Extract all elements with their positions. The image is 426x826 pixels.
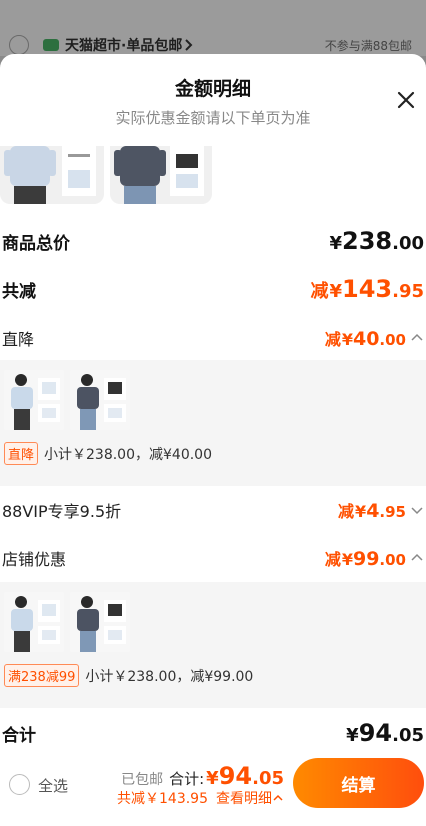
discount-subtotal-line: 满238减99 小计￥238.00，减¥99.00: [4, 664, 253, 687]
total-reduce-row: 共减 减 ¥143.95: [0, 274, 426, 304]
product-total-amount: ¥238.00: [329, 227, 424, 255]
product-list: [4, 370, 130, 430]
discount-tag: 满238减99: [4, 664, 80, 687]
select-all-radio[interactable]: [9, 774, 30, 795]
chevron-up-icon[interactable]: [410, 551, 424, 565]
gray-shirt-image: [77, 374, 126, 430]
select-all-label[interactable]: 全选: [38, 775, 68, 796]
tmall-store-icon: [43, 39, 59, 51]
free-shipping-text: 已包邮: [121, 772, 164, 788]
bottom-total-line: 已包邮 合计: ¥94.05: [121, 762, 284, 790]
store-select-radio[interactable]: [9, 35, 29, 55]
white-shirt-image: [11, 596, 60, 652]
white-shirt-image: [11, 374, 60, 430]
discount-label: 店铺优惠: [2, 550, 67, 569]
product-thumbnails-top: [0, 146, 212, 204]
discount-amount: 减 ¥40.00: [325, 326, 424, 350]
product-total-row: 商品总价 ¥238.00: [0, 226, 426, 256]
gray-shirt-model-image: [114, 146, 166, 204]
store-name[interactable]: 天猫超市·单品包邮: [65, 35, 182, 55]
checkout-bar: 全选 已包邮 合计: ¥94.05 共减￥143.95 查看明细 结算: [0, 746, 426, 826]
bottom-total-label: 合计:: [169, 770, 205, 788]
discount-detail-direct: 直降 小计￥238.00，减¥40.00: [0, 360, 426, 486]
product-total-label: 商品总价: [2, 233, 70, 254]
chevron-right-icon: [185, 39, 193, 51]
discount-label: 88VIP专享9.5折: [2, 502, 122, 521]
discount-row-direct[interactable]: 直降 减 ¥40.00: [0, 324, 426, 352]
gray-shirt-detail-image: [170, 146, 204, 196]
product-image-gray-shirt[interactable]: [70, 592, 130, 652]
discount-amount: 减 ¥99.00: [325, 546, 424, 570]
close-icon[interactable]: [394, 88, 418, 112]
product-image-white-shirt[interactable]: [4, 592, 64, 652]
bottom-total-amount: ¥94.05: [206, 762, 284, 790]
grand-total-row: 合计 ¥94.05: [0, 718, 426, 748]
discount-detail-store: 满238减99 小计￥238.00，减¥99.00: [0, 582, 426, 708]
product-list: [4, 592, 130, 652]
chevron-up-icon[interactable]: [410, 331, 424, 345]
sheet-title: 金额明细: [174, 78, 251, 100]
product-thumb-gray-shirt[interactable]: [110, 146, 212, 204]
discount-subtotal: 小计￥238.00，减¥40.00: [44, 446, 212, 463]
sheet-subtitle: 实际优惠金额请以下单页为准: [115, 109, 311, 127]
discount-subtotal-line: 直降 小计￥238.00，减¥40.00: [4, 442, 212, 465]
view-detail-link[interactable]: 查看明细: [216, 788, 272, 808]
gray-shirt-image: [77, 596, 126, 652]
checkout-button[interactable]: 结算: [293, 758, 424, 808]
discount-row-store[interactable]: 店铺优惠 减 ¥99.00: [0, 544, 426, 572]
total-reduce-label: 共减: [2, 281, 36, 302]
grand-total-amount: ¥94.05: [346, 719, 424, 747]
white-shirt-model-image: [4, 146, 56, 204]
amount-detail-sheet: 金额明细 实际优惠金额请以下单页为准 商品总价 ¥ 238 .00 共减 减 ¥…: [0, 54, 426, 826]
product-thumb-white-shirt[interactable]: [0, 146, 104, 204]
discount-row-88vip[interactable]: 88VIP专享9.5折 减 ¥4.95: [0, 496, 426, 524]
chevron-up-icon[interactable]: [272, 792, 284, 804]
total-reduce-amount: 减 ¥143.95: [310, 275, 424, 303]
chevron-down-icon[interactable]: [410, 503, 424, 517]
discount-label: 直降: [2, 330, 35, 349]
discount-subtotal: 小计￥238.00，减¥99.00: [85, 668, 254, 685]
white-shirt-detail-image: [62, 146, 96, 196]
bottom-reduce-line: 共减￥143.95 查看明细: [117, 788, 284, 808]
product-image-white-shirt[interactable]: [4, 370, 64, 430]
discount-tag: 直降: [4, 442, 39, 465]
store-note: 不参与满88包邮: [324, 38, 412, 53]
product-image-gray-shirt[interactable]: [70, 370, 130, 430]
grand-total-label: 合计: [2, 725, 36, 746]
discount-amount: 减 ¥4.95: [338, 498, 424, 522]
bottom-reduce-text: 共减￥143.95: [117, 791, 208, 807]
